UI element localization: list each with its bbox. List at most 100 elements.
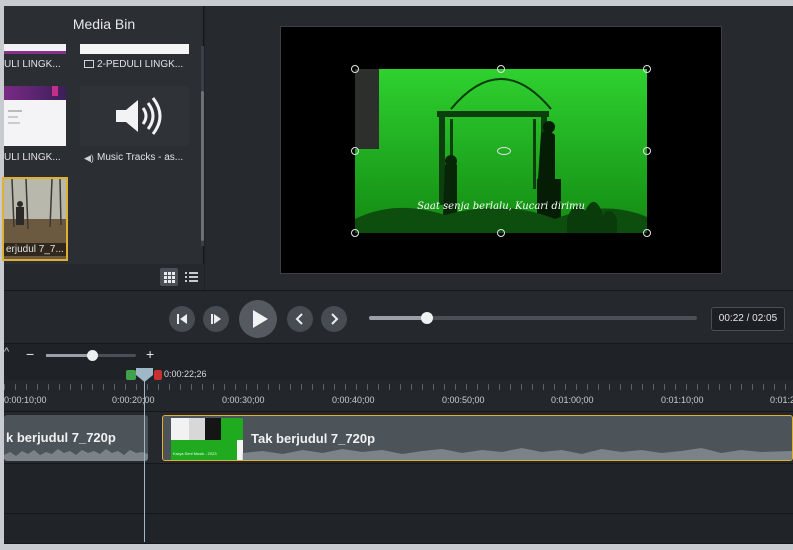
ruler-tick [510,384,511,390]
media-item-thumb-4[interactable] [80,86,189,146]
ruler-tick [642,384,643,390]
ruler-tick [147,384,148,390]
resize-handle-tm[interactable] [497,65,505,73]
ruler-tick [48,384,49,390]
ruler-tick [488,384,489,390]
media-bin-footer [4,264,204,290]
seek-knob[interactable] [420,312,433,324]
step-back-button[interactable] [169,306,195,332]
ruler-tick [620,384,621,390]
media-item-caption-5[interactable]: erjudul 7_7... [4,243,66,256]
ruler-tick [257,384,258,390]
media-bin-scrollbar-thumb[interactable] [201,91,204,241]
timeline-ruler[interactable]: 0:00:10;00 0:00:20;00 0:00:30;00 0:00:40… [4,380,793,412]
ruler-tick [103,384,104,390]
chevron-left-icon [295,313,303,325]
media-item-caption-4[interactable]: Music Tracks - as... [97,152,189,163]
ruler-tick [576,384,577,390]
clip-thumbnail-frame [171,418,189,440]
slide-text-line [8,110,22,112]
zoom-in-button[interactable]: + [146,346,154,362]
media-item-caption-1[interactable]: ULI LINGK... [4,59,66,70]
rotate-center-handle[interactable] [497,147,511,155]
ruler-tick [213,384,214,390]
seek-slider[interactable] [369,312,697,324]
time-display: 00:22 / 02:05 [711,307,785,331]
collapse-arrow-icon[interactable]: ^ [4,346,9,358]
timeline-panel: ^ − + 0:00:10;00 0:00:20;00 0:00:30;00 0… [4,344,793,544]
zoom-slider-fill [46,354,92,357]
media-bin-panel: Media Bin ULI LINGK... 2-PEDULI LINGK...… [2,6,204,290]
zoom-slider[interactable] [46,350,136,361]
resize-handle-bm[interactable] [497,229,505,237]
ruler-tick [37,384,38,390]
ruler-tick [741,384,742,390]
ruler-tick [4,384,5,390]
media-item-thumb-2[interactable] [80,44,189,54]
ruler-tick [81,384,82,390]
resize-handle-bl[interactable] [351,229,359,237]
ruler-tick [136,384,137,390]
ruler-tick [246,384,247,390]
ruler-tick [499,384,500,390]
ruler-tick [763,384,764,390]
ruler-tick [279,384,280,390]
ruler-tick [389,384,390,390]
ruler-tick [345,384,346,390]
ruler-label: 0:00:20;00 [112,395,155,405]
ruler-tick [675,384,676,390]
media-bin-scrollbar[interactable] [201,46,204,246]
ruler-tick [752,384,753,390]
previous-marker-button[interactable] [287,306,313,332]
ruler-tick [290,384,291,390]
grid-icon [164,272,175,283]
ruler-tick [15,384,16,390]
resize-handle-mr[interactable] [643,147,651,155]
ruler-tick [92,384,93,390]
ruler-tick [411,384,412,390]
ruler-tick [202,384,203,390]
timeline-clip-2[interactable]: Karya Seni Musik - 2023 Tak berjudul 7_7… [162,415,793,461]
ruler-tick [367,384,368,390]
resize-handle-tr[interactable] [643,65,651,73]
ruler-tick [653,384,654,390]
playhead-in-marker[interactable] [126,370,136,380]
track-3[interactable] [4,514,793,544]
list-view-button[interactable] [182,268,200,286]
ruler-tick [444,384,445,390]
media-item-caption-2[interactable]: 2-PEDULI LINGK... [97,59,189,70]
ruler-tick [312,384,313,390]
ruler-tick [785,384,786,390]
play-button[interactable] [239,300,277,338]
clip-thumbnail-frame [205,418,221,440]
ruler-tick [631,384,632,390]
zoom-slider-knob[interactable] [87,350,98,361]
preview-canvas[interactable]: Saat senja berlalu, Kucari dirimu [280,26,722,274]
audio-waveform [242,448,792,460]
next-marker-button[interactable] [321,306,347,332]
resize-handle-ml[interactable] [351,147,359,155]
ruler-tick [422,384,423,390]
media-item-thumb-3[interactable] [4,86,66,146]
playhead-line[interactable] [144,372,145,542]
ruler-tick [719,384,720,390]
chevron-right-icon [331,313,339,325]
bottom-border [0,544,793,550]
step-forward-button[interactable] [203,306,229,332]
track-1[interactable]: k berjudul 7_720p Karya Seni Musik - 202… [4,412,793,464]
track-2[interactable] [4,464,793,514]
ruler-tick [180,384,181,390]
slide-text-line [8,116,18,118]
zoom-out-button[interactable]: − [26,346,34,362]
resize-handle-tl[interactable] [351,65,359,73]
playhead-out-marker[interactable] [154,370,162,380]
resize-handle-br[interactable] [643,229,651,237]
ruler-label: 0:00:10;00 [4,395,47,405]
speaker-icon [116,97,162,135]
speaker-small-icon: ◀) [84,153,94,163]
grid-view-button[interactable] [160,268,178,286]
ruler-tick [191,384,192,390]
timeline-clip-1[interactable]: k berjudul 7_720p [4,415,148,461]
media-item-thumb-1[interactable] [4,44,66,54]
media-item-caption-3[interactable]: ULI LINGK... [4,152,66,163]
